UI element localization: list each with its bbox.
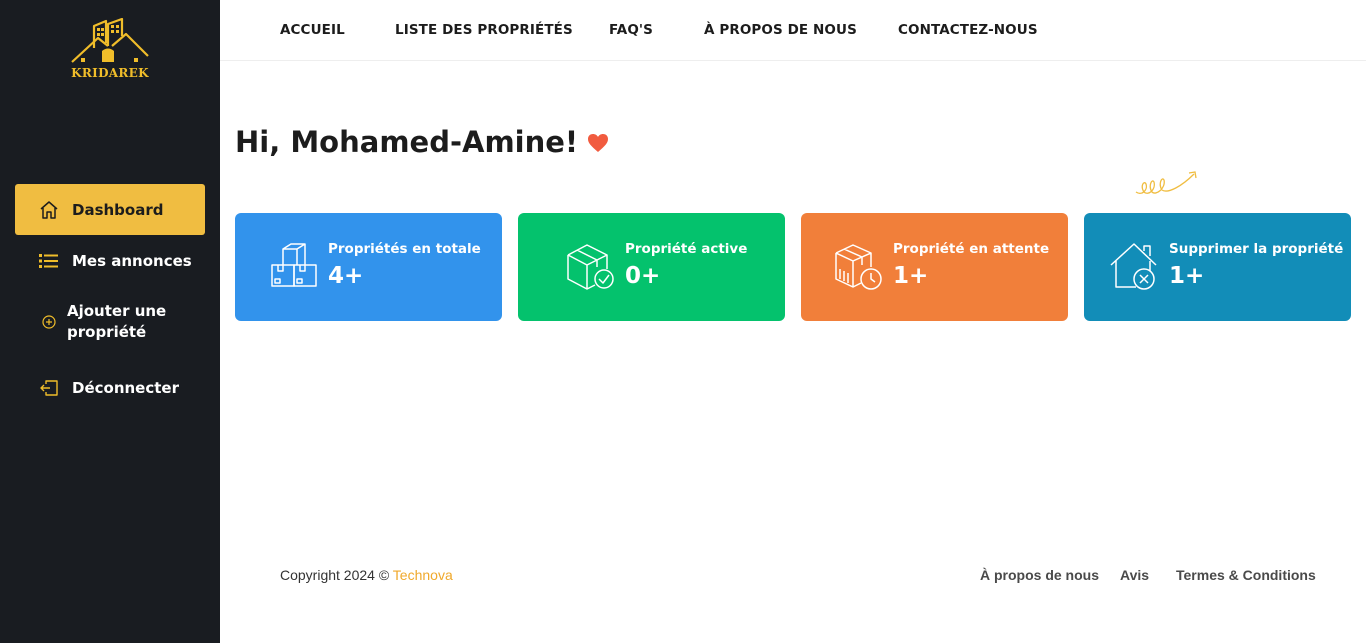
greeting: Hi, Mohamed-Amine! (235, 124, 609, 160)
logout-icon (37, 376, 61, 400)
nav-link-faqs[interactable]: FAQ'S (609, 22, 653, 38)
copyright-text: Copyright 2024 © (280, 567, 393, 583)
plus-circle-icon (37, 310, 61, 334)
top-navigation: ACCUEIL LISTE DES PROPRIÉTÉS FAQ'S À PRO… (220, 0, 1366, 61)
sidebar-item-label: Dashboard (72, 200, 164, 219)
logo-text: KRIDAREK (71, 66, 149, 80)
home-icon (37, 198, 61, 222)
stat-card-pending[interactable]: Propriété en attente 1+ (801, 213, 1068, 321)
footer-copyright: Copyright 2024 © Technova (280, 567, 453, 583)
sidebar-item-mes-annonces[interactable]: Mes annonces (15, 248, 205, 274)
stat-card-delete[interactable]: Supprimer la propriété 1+ (1084, 213, 1351, 321)
heart-icon (587, 126, 609, 160)
footer-link-avis[interactable]: Avis (1120, 567, 1149, 583)
stat-card-title: Propriété en attente (893, 241, 1050, 257)
nav-link-accueil[interactable]: ACCUEIL (280, 22, 345, 38)
stat-card-title: Propriété active (625, 241, 748, 257)
sidebar-item-label: Mes annonces (72, 252, 192, 270)
sidebar-item-ajouter-propriete[interactable]: Ajouter une propriété (15, 300, 205, 344)
footer-link-termes[interactable]: Termes & Conditions (1176, 567, 1316, 583)
nav-link-liste-proprietes[interactable]: LISTE DES PROPRIÉTÉS (395, 22, 573, 38)
kridarek-logo[interactable]: KRIDAREK (68, 17, 152, 84)
sidebar-item-dashboard[interactable]: Dashboard (15, 184, 205, 235)
house-logo-icon (71, 17, 149, 63)
sidebar: KRIDAREK Dashboard Mes annonces Ajouter … (0, 0, 220, 643)
sidebar-item-label: Ajouter une propriété (67, 302, 167, 341)
list-icon (37, 249, 61, 273)
house-remove-icon (1110, 243, 1158, 295)
nav-link-a-propos[interactable]: À PROPOS DE NOUS (704, 22, 857, 38)
stat-card-value: 1+ (893, 263, 929, 289)
stat-card-total[interactable]: Propriétés en totale 4+ (235, 213, 502, 321)
greeting-text: Hi, Mohamed-Amine! (235, 125, 579, 159)
stat-card-value: 4+ (328, 263, 364, 289)
company-link[interactable]: Technova (393, 567, 453, 583)
stat-card-value: 1+ (1169, 263, 1205, 289)
nav-link-contactez-nous[interactable]: CONTACTEZ-NOUS (898, 22, 1038, 38)
sidebar-item-label: Déconnecter (72, 379, 179, 397)
stat-card-title: Propriétés en totale (328, 241, 481, 257)
stat-card-active[interactable]: Propriété active 0+ (518, 213, 785, 321)
squiggle-decoration-icon (1135, 171, 1197, 194)
box-clock-icon (835, 243, 883, 295)
sidebar-item-deconnecter[interactable]: Déconnecter (15, 375, 205, 401)
boxes-icon (271, 243, 317, 293)
stat-card-value: 0+ (625, 263, 661, 289)
box-check-icon (567, 243, 615, 295)
stat-card-title: Supprimer la propriété (1169, 241, 1344, 257)
footer-link-a-propos[interactable]: À propos de nous (980, 567, 1099, 583)
